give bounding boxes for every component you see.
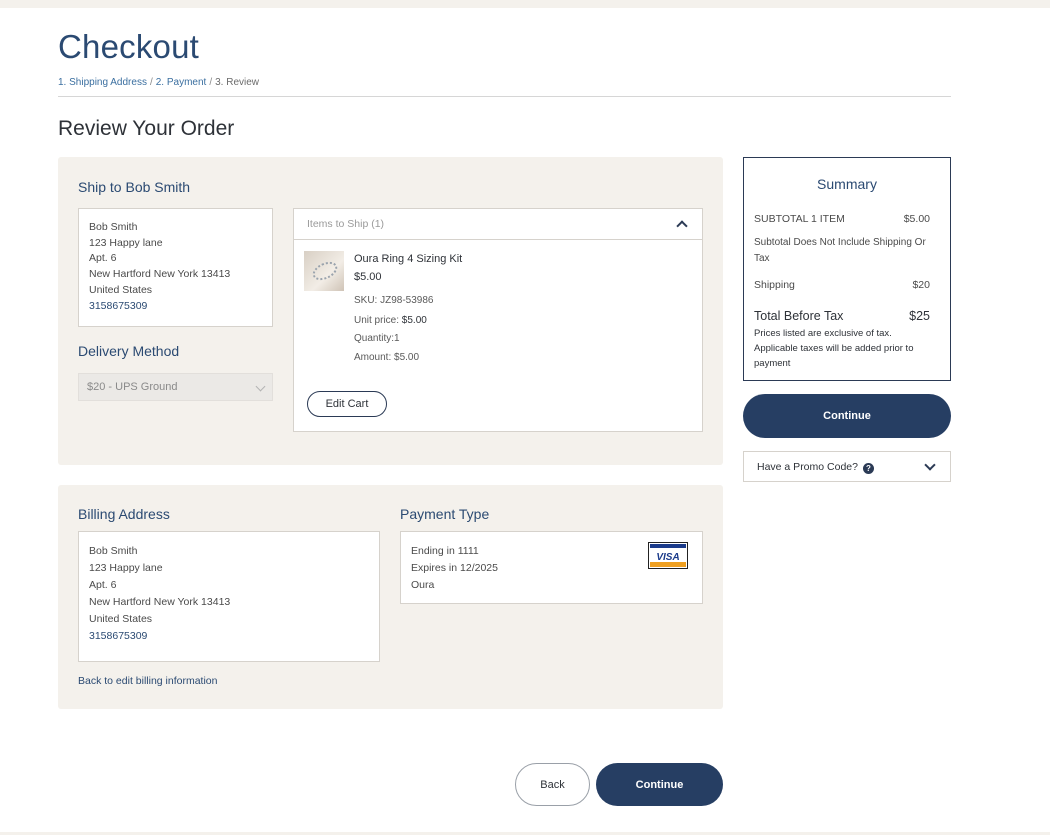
breadcrumb: 1. Shipping Address/2. Payment/3. Review xyxy=(58,77,259,88)
shipping-city-state-zip: New Hartford New York 13413 xyxy=(89,268,231,281)
items-to-ship-box: Items to Ship (1) Oura Ring 4 Sizing Kit… xyxy=(293,208,703,432)
card-band-blue xyxy=(650,544,686,548)
billing-country: United States xyxy=(89,613,153,625)
card-holder: Oura xyxy=(411,579,435,591)
unit-price-label: Unit price: xyxy=(354,315,400,326)
product-quantity: Quantity:1 xyxy=(354,333,400,344)
quantity-label: Quantity: xyxy=(354,333,395,344)
product-amount: Amount: $5.00 xyxy=(354,352,419,363)
billing-panel: Billing Address Bob Smith 123 Happy lane… xyxy=(58,485,723,709)
billing-name: Bob Smith xyxy=(89,545,138,557)
edit-cart-button[interactable]: Edit Cart xyxy=(307,391,387,417)
header-divider xyxy=(58,96,951,97)
page-title: Checkout xyxy=(58,28,200,65)
items-header[interactable]: Items to Ship (1) xyxy=(294,209,702,240)
order-summary: Summary SUBTOTAL 1 ITEM $5.00 Subtotal D… xyxy=(743,157,951,381)
billing-address-box: Bob Smith 123 Happy lane Apt. 6 New Hart… xyxy=(78,531,380,662)
promo-code-label: Have a Promo Code? xyxy=(757,461,858,473)
summary-total-row: Total Before Tax $25 xyxy=(754,309,930,323)
chevron-down-icon xyxy=(255,381,266,392)
shipping-label: Shipping xyxy=(754,279,795,291)
shipping-line2: Apt. 6 xyxy=(89,252,117,265)
amount-value: $5.00 xyxy=(394,352,420,363)
chevron-down-icon xyxy=(924,459,936,471)
back-button[interactable]: Back xyxy=(515,763,590,806)
chevron-up-icon[interactable] xyxy=(676,220,688,232)
breadcrumb-shipping-address[interactable]: 1. Shipping Address xyxy=(58,77,147,88)
tax-note: Prices listed are exclusive of tax. Appl… xyxy=(754,328,914,369)
shipping-phone: 3158675309 xyxy=(89,299,148,312)
product-price: $5.00 xyxy=(354,271,382,283)
unit-price-value: $5.00 xyxy=(401,315,427,326)
delivery-method-select[interactable]: $20 - UPS Ground xyxy=(78,373,273,401)
summary-continue-button[interactable]: Continue xyxy=(743,394,951,438)
delivery-method-value: $20 - UPS Ground xyxy=(87,381,178,393)
billing-city-state-zip: New Hartford New York 13413 xyxy=(89,596,231,608)
shipping-address-box: Bob Smith 123 Happy lane Apt. 6 New Hart… xyxy=(78,208,273,327)
product-sku: SKU: JZ98-53986 xyxy=(354,295,434,306)
help-icon[interactable]: ? xyxy=(862,463,874,474)
ship-to-heading: Ship to Bob Smith xyxy=(78,179,191,195)
breadcrumb-separator: / xyxy=(149,77,153,88)
quantity-value: 1 xyxy=(394,333,400,344)
visa-card-icon: VISA xyxy=(648,542,688,569)
summary-title: Summary xyxy=(817,176,877,192)
card-band-gold xyxy=(650,562,686,567)
shipping-country: United States xyxy=(89,283,153,296)
shipping-value: $20 xyxy=(912,279,930,291)
product-name: Oura Ring 4 Sizing Kit xyxy=(354,253,463,265)
sku-value: JZ98-53986 xyxy=(380,295,434,306)
billing-line2: Apt. 6 xyxy=(89,579,117,591)
continue-button[interactable]: Continue xyxy=(596,763,723,806)
top-bar xyxy=(0,0,1050,8)
subtotal-label: SUBTOTAL 1 ITEM xyxy=(754,213,845,225)
breadcrumb-payment[interactable]: 2. Payment xyxy=(156,77,207,88)
breadcrumb-review: 3. Review xyxy=(215,77,260,88)
subtotal-note: Subtotal Does Not Include Shipping Or Ta… xyxy=(754,237,926,264)
total-label: Total Before Tax xyxy=(754,309,844,323)
summary-shipping-row: Shipping $20 xyxy=(754,279,930,291)
promo-code-toggle[interactable]: Have a Promo Code? ? xyxy=(743,451,951,482)
billing-phone: 3158675309 xyxy=(89,630,148,642)
sku-label: SKU: xyxy=(354,295,378,306)
shipping-panel: Ship to Bob Smith Bob Smith 123 Happy la… xyxy=(58,157,723,465)
product-thumbnail xyxy=(304,251,344,291)
summary-subtotal-row: SUBTOTAL 1 ITEM $5.00 xyxy=(754,213,930,225)
section-title: Review Your Order xyxy=(58,117,235,140)
back-to-edit-billing-link[interactable]: Back to edit billing information xyxy=(78,675,218,687)
amount-label: Amount: xyxy=(354,352,392,363)
payment-type-heading: Payment Type xyxy=(400,506,490,522)
items-header-label: Items to Ship (1) xyxy=(307,218,385,230)
product-unit-price: Unit price: $5.00 xyxy=(354,315,427,326)
shipping-line1: 123 Happy lane xyxy=(89,236,163,249)
shipping-name: Bob Smith xyxy=(89,221,138,233)
total-value: $25 xyxy=(909,309,930,323)
delivery-method-heading: Delivery Method xyxy=(78,343,180,359)
breadcrumb-separator: / xyxy=(209,77,213,88)
billing-line1: 123 Happy lane xyxy=(89,562,163,574)
billing-address-heading: Billing Address xyxy=(78,506,170,522)
payment-type-box: Ending in 1111 Expires in 12/2025 Oura V… xyxy=(400,531,703,604)
subtotal-value: $5.00 xyxy=(903,213,930,225)
